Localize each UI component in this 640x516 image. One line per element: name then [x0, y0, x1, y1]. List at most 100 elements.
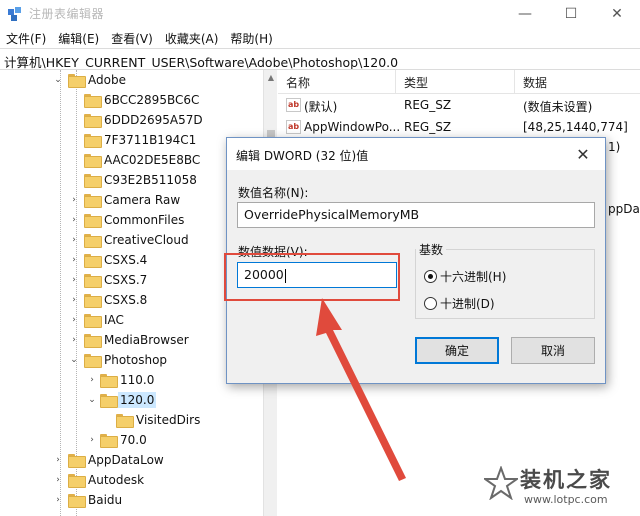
- tree-item[interactable]: 7F3711B194C1: [0, 130, 263, 150]
- expand-chevron-icon[interactable]: ›: [68, 330, 80, 350]
- collapse-chevron-icon[interactable]: ⌄: [52, 70, 64, 90]
- folder-icon: [68, 454, 86, 468]
- tree-item[interactable]: VisitedDirs: [0, 410, 263, 430]
- dialog-title: 编辑 DWORD (32 位)值: [236, 149, 369, 163]
- tree-item-label: CommonFiles: [104, 213, 185, 227]
- tree-item[interactable]: › AppDataLow: [0, 450, 263, 470]
- folder-icon: [84, 274, 102, 288]
- value-data: [48,25,1440,774]: [523, 120, 628, 134]
- tree-item[interactable]: › MediaBrowser: [0, 330, 263, 350]
- folder-icon: [68, 74, 86, 88]
- radio-hex-label: 十六进制(H): [440, 270, 507, 284]
- folder-icon: [84, 354, 102, 368]
- value-row[interactable]: ab AppWindowPo... REG_SZ [48,25,1440,774…: [278, 117, 640, 139]
- tree-item[interactable]: › CreativeCloud: [0, 230, 263, 250]
- value-data: (数值未设置): [523, 100, 593, 114]
- expand-chevron-icon[interactable]: ›: [68, 310, 80, 330]
- menu-file[interactable]: 文件(F): [0, 30, 52, 47]
- column-header-data[interactable]: 数据: [523, 74, 547, 91]
- tree-item[interactable]: › Autodesk: [0, 470, 263, 490]
- folder-icon: [116, 414, 134, 428]
- watermark: 装机之家 www.lotpc.com: [480, 460, 638, 514]
- value-row[interactable]: ab (默认) REG_SZ (数值未设置): [278, 95, 640, 117]
- cancel-button[interactable]: 取消: [511, 337, 595, 364]
- tree-item[interactable]: › 110.0: [0, 370, 263, 390]
- menu-favorites[interactable]: 收藏夹(A): [159, 30, 225, 47]
- tree-item-adobe[interactable]: ⌄ Adobe: [0, 70, 263, 90]
- expand-chevron-icon[interactable]: ›: [68, 190, 80, 210]
- radio-checked-icon[interactable]: [424, 270, 437, 283]
- tree-item[interactable]: 6BCC2895BC6C: [0, 90, 263, 110]
- tree-item-label: 6BCC2895BC6C: [104, 93, 200, 107]
- tree-item[interactable]: › Camera Raw: [0, 190, 263, 210]
- value-name-label: 数值名称(N):: [238, 186, 309, 200]
- collapse-chevron-icon[interactable]: ⌄: [68, 350, 80, 370]
- tree-item-label: AppDataLow: [88, 453, 164, 467]
- expand-chevron-icon[interactable]: ›: [68, 270, 80, 290]
- tree-item-label: C93E2B511058: [104, 173, 197, 187]
- menu-edit[interactable]: 编辑(E): [52, 30, 105, 47]
- expand-chevron-icon[interactable]: ›: [52, 470, 64, 490]
- expand-chevron-icon[interactable]: ›: [86, 370, 98, 390]
- tree-item[interactable]: › IAC: [0, 310, 263, 330]
- tree-item-label: 110.0: [120, 373, 155, 387]
- scroll-up-arrow-icon[interactable]: ▲: [264, 70, 278, 86]
- value-name: (默认): [304, 100, 338, 114]
- tree-item-label: AAC02DE5E8BC: [104, 153, 201, 167]
- value-name-field[interactable]: OverridePhysicalMemoryMB: [237, 202, 595, 228]
- expand-chevron-icon[interactable]: ›: [52, 490, 64, 510]
- tree-item-photoshop[interactable]: ⌄ Photoshop: [0, 350, 263, 370]
- folder-icon: [84, 174, 102, 188]
- tree-item-label: 70.0: [120, 433, 147, 447]
- tree-item[interactable]: › 70.0: [0, 430, 263, 450]
- close-button[interactable]: ✕: [594, 0, 640, 28]
- address-bar[interactable]: 计算机\HKEY_CURRENT_USER\Software\Adobe\Pho…: [0, 48, 640, 70]
- tree-item-label: IAC: [104, 313, 124, 327]
- watermark-title: 装机之家: [520, 467, 612, 492]
- tree-item-label: 7F3711B194C1: [104, 133, 197, 147]
- tree-item-label: CreativeCloud: [104, 233, 189, 247]
- radio-dec[interactable]: 十进制(D): [424, 295, 495, 312]
- tree-item-label: Photoshop: [104, 353, 168, 367]
- tree-item[interactable]: › Baidu: [0, 490, 263, 510]
- column-header-type[interactable]: 类型: [404, 74, 428, 91]
- menu-bar: 文件(F) 编辑(E) 查看(V) 收藏夹(A) 帮助(H): [0, 28, 640, 48]
- folder-icon: [84, 154, 102, 168]
- title-bar: 注册表编辑器 — ☐ ✕: [0, 0, 640, 28]
- tree-item-label: CSXS.4: [104, 253, 148, 267]
- expand-chevron-icon[interactable]: ›: [86, 430, 98, 450]
- collapse-chevron-icon[interactable]: ⌄: [86, 390, 98, 410]
- minimize-button[interactable]: —: [502, 0, 548, 28]
- radio-dec-label: 十进制(D): [440, 297, 495, 311]
- tree-item[interactable]: AAC02DE5E8BC: [0, 150, 263, 170]
- folder-icon: [84, 234, 102, 248]
- dialog-close-icon[interactable]: ✕: [561, 138, 605, 170]
- folder-icon: [84, 334, 102, 348]
- expand-chevron-icon[interactable]: ›: [68, 230, 80, 250]
- menu-help[interactable]: 帮助(H): [224, 30, 278, 47]
- window-controls: — ☐ ✕: [502, 0, 640, 28]
- tree-item-label: VisitedDirs: [136, 413, 201, 427]
- column-header-name[interactable]: 名称: [286, 74, 310, 91]
- expand-chevron-icon[interactable]: ›: [68, 250, 80, 270]
- folder-icon: [100, 374, 118, 388]
- tree-item[interactable]: C93E2B511058: [0, 170, 263, 190]
- folder-icon: [84, 214, 102, 228]
- menu-view[interactable]: 查看(V): [105, 30, 159, 47]
- radio-unchecked-icon[interactable]: [424, 297, 437, 310]
- value-name: AppWindowPo...: [304, 120, 401, 134]
- tree-item-selected[interactable]: ⌄ 120.0: [0, 390, 263, 410]
- annotation-highlight-box: [224, 253, 400, 301]
- expand-chevron-icon[interactable]: ›: [52, 450, 64, 470]
- maximize-button[interactable]: ☐: [548, 0, 594, 28]
- tree-item[interactable]: 6DDD2695A57D: [0, 110, 263, 130]
- folder-icon: [84, 194, 102, 208]
- ok-button[interactable]: 确定: [415, 337, 499, 364]
- radio-hex[interactable]: 十六进制(H): [424, 268, 506, 285]
- base-groupbox: 基数 十六进制(H) 十进制(D): [415, 241, 595, 319]
- tree-item[interactable]: › CommonFiles: [0, 210, 263, 230]
- expand-chevron-icon[interactable]: ›: [68, 290, 80, 310]
- expand-chevron-icon[interactable]: ›: [68, 210, 80, 230]
- tree-item-label: CSXS.7: [104, 273, 148, 287]
- folder-icon: [68, 474, 86, 488]
